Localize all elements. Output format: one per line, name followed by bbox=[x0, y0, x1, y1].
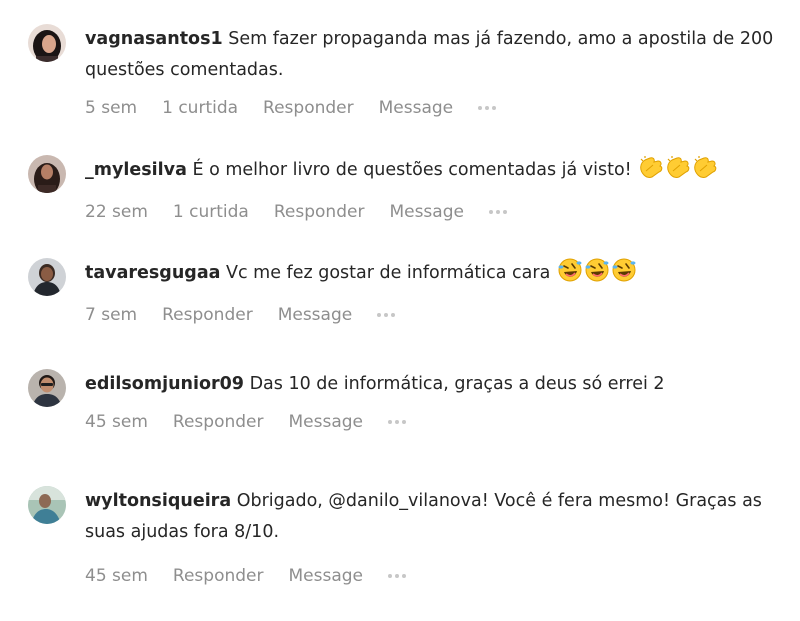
message-button[interactable]: Message bbox=[278, 305, 353, 325]
comment-username[interactable]: edilsomjunior09 bbox=[85, 374, 244, 394]
comment-text: vagnasantos1 Sem fazer propaganda mas já… bbox=[85, 24, 785, 86]
message-button[interactable]: Message bbox=[379, 98, 454, 118]
reply-button[interactable]: Responder bbox=[173, 412, 264, 432]
avatar[interactable] bbox=[28, 24, 66, 62]
comment-time[interactable]: 7 sem bbox=[85, 305, 137, 325]
rolling-laughing-emoji bbox=[557, 258, 583, 293]
avatar[interactable] bbox=[28, 369, 66, 407]
clapping-hands-emoji bbox=[692, 155, 718, 190]
more-options-icon[interactable] bbox=[377, 309, 396, 321]
comment-time[interactable]: 45 sem bbox=[85, 566, 148, 586]
comment-username[interactable]: wyltonsiqueira bbox=[85, 491, 231, 511]
more-options-icon[interactable] bbox=[388, 570, 407, 582]
avatar[interactable] bbox=[28, 486, 66, 524]
comment-meta: 45 sem Responder Message bbox=[85, 410, 785, 434]
message-button[interactable]: Message bbox=[389, 202, 464, 222]
comment-username[interactable]: vagnasantos1 bbox=[85, 29, 223, 49]
comment-meta: 7 sem Responder Message bbox=[85, 303, 785, 327]
comment-text: tavaresgugaa Vc me fez gostar de informá… bbox=[85, 258, 785, 293]
reply-button[interactable]: Responder bbox=[173, 566, 264, 586]
message-button[interactable]: Message bbox=[289, 412, 364, 432]
comment-message: Vc me fez gostar de informática cara bbox=[226, 263, 556, 283]
comment-meta: 45 sem Responder Message bbox=[85, 564, 785, 588]
avatar[interactable] bbox=[28, 258, 66, 296]
more-options-icon[interactable] bbox=[388, 416, 407, 428]
more-options-icon[interactable] bbox=[478, 102, 497, 114]
more-options-icon[interactable] bbox=[488, 206, 507, 218]
comment-text: edilsomjunior09 Das 10 de informática, g… bbox=[85, 369, 785, 400]
comment-time[interactable]: 45 sem bbox=[85, 412, 148, 432]
clapping-hands-emoji bbox=[638, 155, 664, 190]
likes-count[interactable]: 1 curtida bbox=[173, 202, 249, 222]
reply-button[interactable]: Responder bbox=[274, 202, 365, 222]
avatar[interactable] bbox=[28, 155, 66, 193]
message-button[interactable]: Message bbox=[289, 566, 364, 586]
comment-message: É o melhor livro de questões comentadas … bbox=[192, 160, 638, 180]
likes-count[interactable]: 1 curtida bbox=[162, 98, 238, 118]
reply-button[interactable]: Responder bbox=[162, 305, 253, 325]
comment-username[interactable]: _mylesilva bbox=[85, 160, 187, 180]
comment-message: Das 10 de informática, graças a deus só … bbox=[249, 374, 665, 394]
comment-time[interactable]: 22 sem bbox=[85, 202, 148, 222]
clapping-hands-emoji bbox=[665, 155, 691, 190]
rolling-laughing-emoji bbox=[584, 258, 610, 293]
rolling-laughing-emoji bbox=[611, 258, 637, 293]
reply-button[interactable]: Responder bbox=[263, 98, 354, 118]
comment-time[interactable]: 5 sem bbox=[85, 98, 137, 118]
comment-text: wyltonsiqueira Obrigado, @danilo_vilanov… bbox=[85, 486, 785, 548]
comment-meta: 5 sem 1 curtida Responder Message bbox=[85, 96, 785, 120]
comment-text: _mylesilva É o melhor livro de questões … bbox=[85, 155, 785, 190]
comment-username[interactable]: tavaresgugaa bbox=[85, 263, 220, 283]
comment-meta: 22 sem 1 curtida Responder Message bbox=[85, 200, 785, 224]
